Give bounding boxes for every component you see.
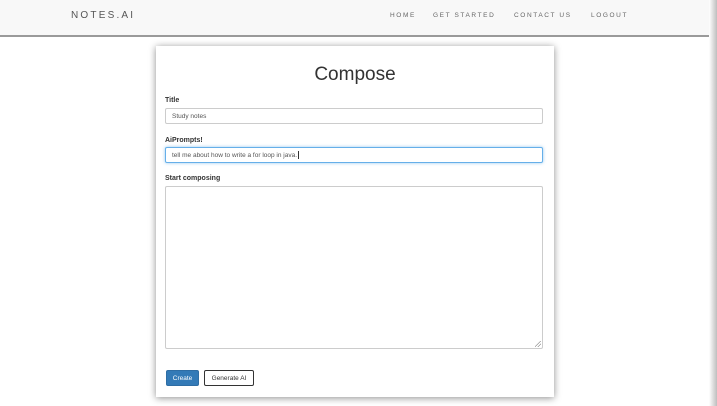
text-caret: [297, 151, 299, 160]
ai-prompt-input[interactable]: tell me about how to write a for loop in…: [165, 147, 543, 163]
window-edge: [709, 0, 717, 406]
generate-ai-button[interactable]: Generate AI: [204, 370, 254, 386]
title-input-value: Study notes: [172, 113, 207, 120]
nav-links: HOME GET STARTED CONTACT US LOGOUT: [0, 12, 709, 22]
nav-link-contact-us[interactable]: CONTACT US: [514, 12, 572, 19]
create-button[interactable]: Create: [166, 370, 199, 386]
nav-link-get-started[interactable]: GET STARTED: [433, 12, 495, 19]
nav-link-home[interactable]: HOME: [390, 12, 416, 19]
nav-link-logout[interactable]: LOGOUT: [591, 12, 628, 19]
resize-handle-icon[interactable]: [535, 341, 541, 347]
ai-prompt-input-value: tell me about how to write a for loop in…: [172, 152, 298, 159]
compose-card: Compose Title Study notes AiPrompts! tel…: [156, 46, 554, 397]
title-label: Title: [165, 97, 180, 104]
page-title: Compose: [314, 64, 396, 85]
ai-prompts-label: AiPrompts!: [165, 137, 203, 144]
start-composing-label: Start composing: [165, 175, 221, 182]
compose-textarea[interactable]: [165, 186, 543, 349]
title-input[interactable]: Study notes: [165, 108, 543, 124]
navbar: NOTES.AI HOME GET STARTED CONTACT US LOG…: [0, 0, 709, 37]
